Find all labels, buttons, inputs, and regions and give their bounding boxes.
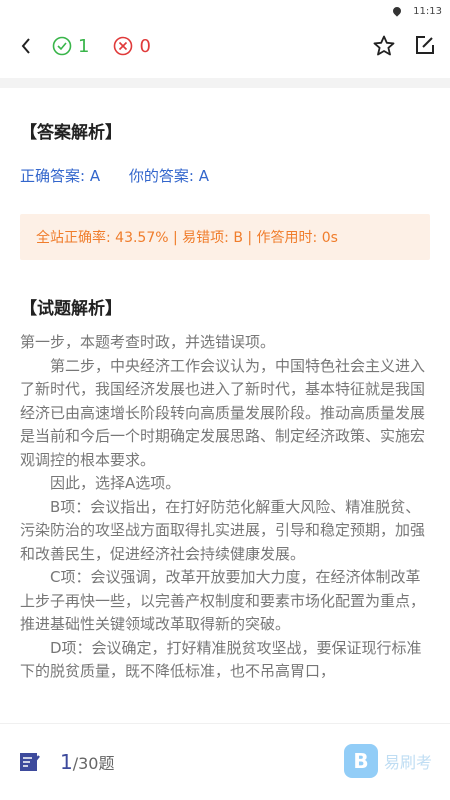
section-divider bbox=[0, 78, 450, 88]
brand-logo-icon: B bbox=[343, 744, 378, 778]
analysis-text: 第一步，本题考查时政，并选错误项。 第二步，中央经济工作会议认为，中国特色社会主… bbox=[20, 331, 430, 684]
back-button[interactable] bbox=[14, 34, 38, 58]
analysis-paragraph: 因此，选择A选项。 bbox=[50, 474, 181, 492]
chevron-left-icon bbox=[21, 38, 30, 54]
analysis-paragraph: C项：会议强调，改革开放要加大力度，在经济体制改革上步子再快一些，以完善产权制度… bbox=[20, 568, 426, 633]
stats-box: 全站正确率: 43.57% | 易错项: B | 作答用时: 0s bbox=[20, 214, 430, 260]
edit-note-icon[interactable] bbox=[414, 34, 436, 56]
analysis-paragraph: 第一步，本题考查时政，并选错误项。 bbox=[20, 333, 276, 351]
analysis-paragraph: 第二步，中央经济工作会议认为，中国特色社会主义进入了新时代，我国经济发展也进入了… bbox=[20, 356, 426, 469]
wrong-counter: 0 bbox=[113, 35, 151, 57]
status-time: 11:13 bbox=[413, 5, 442, 17]
analysis-paragraph: D项：会议确定，打好精准脱贫攻坚战，要保证现行标准下的脱贫质量，既不降低标准，也… bbox=[20, 638, 422, 681]
answer-line: 正确答案: A 你的答案: A bbox=[20, 165, 450, 186]
check-circle-icon bbox=[52, 36, 72, 56]
star-icon[interactable] bbox=[372, 34, 396, 58]
correct-counter: 1 bbox=[52, 36, 89, 57]
correct-answer: 正确答案: A bbox=[20, 167, 101, 185]
question-pager[interactable]: 1/30题 bbox=[60, 750, 115, 774]
analysis-paragraph: B项：会议指出，在打好防范化解重大风险、精准脱贫、污染防治的攻坚战方面取得扎实进… bbox=[20, 497, 426, 563]
answer-section-title: 【答案解析】 bbox=[20, 123, 122, 143]
location-icon bbox=[391, 5, 403, 17]
top-bar: 1 0 bbox=[0, 22, 450, 70]
your-answer: 你的答案: A bbox=[128, 167, 209, 185]
wrong-count: 0 bbox=[139, 35, 151, 57]
status-bar: 11:13 bbox=[0, 0, 450, 22]
correct-count: 1 bbox=[78, 35, 90, 57]
current-question: 1 bbox=[60, 750, 73, 774]
bottom-bar: 1/30题 B 易刷考 bbox=[0, 723, 450, 800]
analysis-section-title: 【试题解析】 bbox=[20, 299, 122, 319]
answer-sheet-icon[interactable] bbox=[18, 750, 42, 774]
total-questions: /30题 bbox=[72, 754, 115, 773]
brand-name: 易刷考 bbox=[383, 753, 432, 772]
x-circle-icon bbox=[114, 36, 133, 56]
brand-watermark: B 易刷考 bbox=[343, 744, 432, 778]
